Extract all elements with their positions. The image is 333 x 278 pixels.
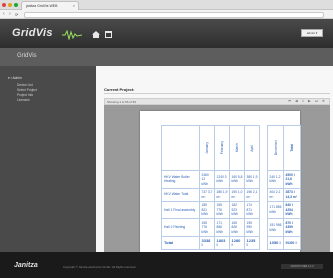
table-cell-total: 9100 l (283, 236, 301, 250)
table-row: HKV Water Boiler Heating 2460 12 kWh 124… (161, 170, 301, 189)
close-window-icon[interactable] (2, 3, 6, 7)
table-cell: 1056 l (267, 236, 284, 250)
section-bar (0, 48, 333, 66)
table-cell: 404 2,1 m³ (267, 187, 284, 202)
column-gap (259, 201, 268, 219)
footer-logo: Janitza (14, 262, 38, 269)
prev-page-icon[interactable]: ◀ (295, 99, 298, 103)
table-cell: 191 956 kWh (267, 218, 284, 238)
table-cell: 1240 0 kWh (214, 170, 230, 189)
table-cell: 174 871 kWh (244, 200, 260, 220)
row-label: Hall 2 Painting (161, 218, 200, 238)
table-cell: 2460 12 kWh (199, 170, 215, 189)
table-cell: 182 923 kWh (229, 200, 245, 220)
browser-address-bar: ‹ › ⟳ (0, 10, 333, 19)
minimize-window-icon[interactable] (8, 3, 12, 7)
sidebar-item-project-info[interactable]: Project Info (17, 93, 33, 97)
column-header: March (229, 125, 245, 171)
table-row: Hall 1 Final assembly 189 821 kWh 155 77… (161, 200, 301, 220)
reload-icon[interactable]: ⟳ (15, 11, 18, 18)
table-cell: 1803 l (214, 236, 230, 250)
home-icon[interactable] (92, 31, 100, 38)
table-cell: 286 1,9 m³ (214, 187, 230, 202)
table-header-row: January February March April December To… (161, 125, 301, 171)
divider (104, 93, 330, 94)
table-row: Hall 2 Painting 155 776 kWh 171 856 kWh … (161, 218, 301, 238)
table-cell: 196 2,1 m³ (244, 187, 260, 202)
table-cell: 737 3,7 m³ (199, 187, 215, 202)
table-cell: 189 821 kWh (199, 200, 215, 220)
page-number[interactable]: 1 (302, 99, 304, 103)
toolbar-status: Showing 1 to 56 of 56 (107, 99, 137, 104)
column-gap (259, 236, 268, 250)
table-cell: 165 826 kWh (229, 218, 245, 238)
row-label: Hall 1 Final assembly (161, 200, 200, 220)
footer-copyright: Copyright © Janitza electronics GmbH. Al… (63, 265, 137, 269)
report-table: January February March April December To… (161, 125, 301, 250)
row-label: HKV Water Boiler Heating (161, 170, 200, 189)
table-cell: 190 1,0 m³ (229, 187, 245, 202)
sidebar-item-licenses[interactable]: Licenses (17, 98, 30, 102)
table-cell: 3338 l (199, 236, 215, 250)
next-page-icon[interactable]: ▶ (308, 99, 311, 103)
column-gap (259, 188, 268, 202)
browser-tab[interactable]: janitza GridVis WEB × (21, 1, 79, 10)
row-label: HKV Water Total (161, 187, 200, 202)
table-cell: 1280 l (229, 236, 245, 250)
section-title: GridVis (17, 53, 37, 59)
app-logo: GridVis (12, 27, 53, 39)
column-gap (259, 218, 268, 237)
table-cell-total: 2873 l 14,3 m³ (283, 187, 301, 202)
table-cell-total: 870 l 4399 kWh (283, 218, 301, 238)
table-row: HKV Water Total 737 3,7 m³ 286 1,9 m³ 19… (161, 187, 301, 202)
table-cell: 171 856 kWh (214, 218, 230, 238)
sidebar (0, 66, 96, 252)
forward-icon[interactable]: › (9, 11, 11, 18)
tab-close-icon[interactable]: × (73, 2, 75, 10)
table-cell: 195 990 kWh (244, 218, 260, 238)
column-header-total: Total (283, 125, 301, 171)
column-gap (259, 170, 268, 189)
table-cell-total: 840 l 4254 kWh (283, 200, 301, 220)
table-cell-total: 4500 l 21,6 kWh (283, 170, 301, 189)
column-header: December (267, 125, 284, 171)
page-title: Current Project: (104, 87, 135, 92)
table-cell: 160 5,8 kWh (229, 170, 245, 189)
table-cell: 380 1,9 kWh (244, 170, 260, 189)
header-blank (161, 125, 200, 171)
table-total-row: Total 3338 l 1803 l 1280 l 1235 l 1056 l… (161, 236, 301, 250)
waveform-logo-icon (62, 30, 82, 40)
column-header: February (214, 125, 230, 171)
table-cell: 171 856 kWh (267, 200, 284, 220)
user-menu[interactable]: admin ▾ (301, 29, 323, 37)
sidebar-item-select-project[interactable]: Select Project (17, 88, 37, 92)
column-header: January (199, 125, 215, 171)
maximize-window-icon[interactable] (14, 3, 18, 7)
sidebar-root-label: Admin (12, 76, 22, 80)
first-page-icon[interactable]: ⏮ (288, 99, 291, 103)
footer-version: GRIDVIS WEB 2.1.0 (281, 264, 323, 269)
zoom-icon[interactable]: ⊕ (322, 99, 325, 103)
table-cell: 240 1,2 kWh (267, 170, 284, 189)
back-icon[interactable]: ‹ (3, 11, 5, 18)
table-cell: 155 776 kWh (214, 200, 230, 220)
column-gap (259, 125, 268, 171)
tab-title: janitza GridVis WEB (26, 4, 58, 8)
url-input[interactable] (24, 11, 324, 18)
sidebar-item-device-list[interactable]: Device List (17, 83, 33, 87)
table-cell: 1235 l (244, 236, 260, 250)
last-page-icon[interactable]: ⏭ (315, 99, 318, 103)
sidebar-root-item[interactable]: ▾ ▪ Admin (8, 76, 22, 80)
row-label: Total (161, 236, 200, 250)
column-header: April (244, 125, 260, 171)
window-icon[interactable] (105, 31, 112, 38)
browser-tab-bar: janitza GridVis WEB × (0, 0, 333, 10)
table-cell: 155 776 kWh (199, 218, 215, 238)
